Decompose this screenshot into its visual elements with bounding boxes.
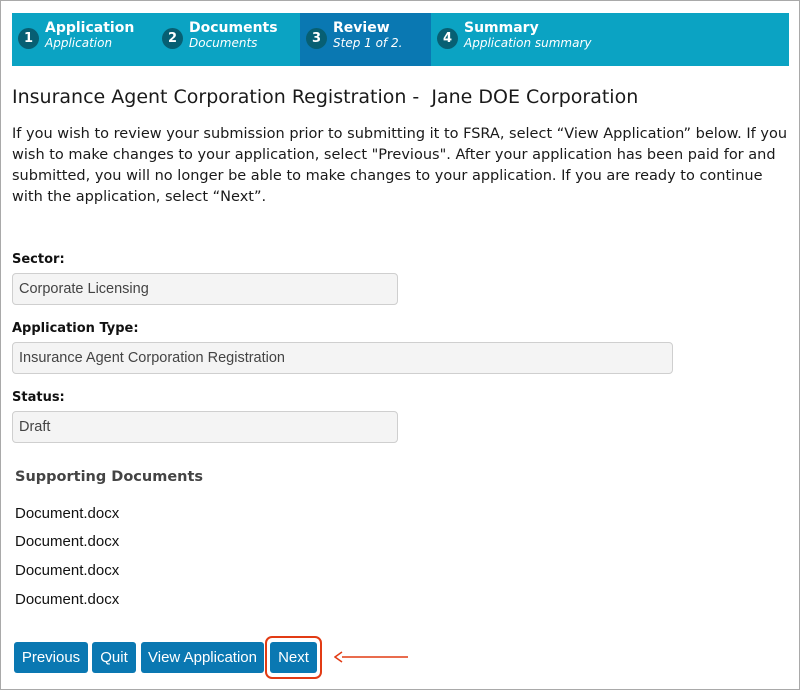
application-type-label: Application Type:	[12, 321, 139, 336]
page-title: Insurance Agent Corporation Registration…	[12, 86, 639, 108]
step-title: Documents	[189, 20, 278, 36]
step-number: 3	[306, 28, 327, 49]
step-subtitle: Step 1 of 2.	[333, 36, 403, 50]
supporting-documents-title: Supporting Documents	[15, 469, 204, 485]
document-link[interactable]: Document.docx	[15, 591, 119, 608]
document-link[interactable]: Document.docx	[15, 533, 119, 550]
step-subtitle: Documents	[189, 36, 258, 50]
quit-button[interactable]: Quit	[92, 642, 136, 673]
step-title: Application	[45, 20, 135, 36]
step-subtitle: Application summary	[464, 36, 592, 50]
application-type-field[interactable]: Insurance Agent Corporation Registration	[12, 342, 673, 374]
view-application-button[interactable]: View Application	[141, 642, 264, 673]
document-link[interactable]: Document.docx	[15, 505, 119, 522]
step-documents[interactable]: 2 Documents Documents	[156, 13, 300, 66]
step-number: 4	[437, 28, 458, 49]
progress-stepper: 1 Application Application 2 Documents Do…	[12, 13, 789, 66]
status-label: Status:	[12, 390, 65, 405]
step-application[interactable]: 1 Application Application	[12, 13, 156, 66]
step-title: Review	[333, 20, 390, 36]
step-summary[interactable]: 4 Summary Application summary	[431, 13, 789, 66]
step-review[interactable]: 3 Review Step 1 of 2.	[300, 13, 431, 66]
step-title: Summary	[464, 20, 539, 36]
step-number: 2	[162, 28, 183, 49]
sector-label: Sector:	[12, 252, 65, 267]
next-button-highlight	[265, 636, 322, 679]
previous-button[interactable]: Previous	[14, 642, 88, 673]
pointer-arrow-icon	[334, 651, 408, 663]
intro-text: If you wish to review your submission pr…	[12, 126, 788, 205]
document-link[interactable]: Document.docx	[15, 562, 119, 579]
status-field[interactable]: Draft	[12, 411, 398, 443]
step-number: 1	[18, 28, 39, 49]
sector-field[interactable]: Corporate Licensing	[12, 273, 398, 305]
step-subtitle: Application	[45, 36, 113, 50]
